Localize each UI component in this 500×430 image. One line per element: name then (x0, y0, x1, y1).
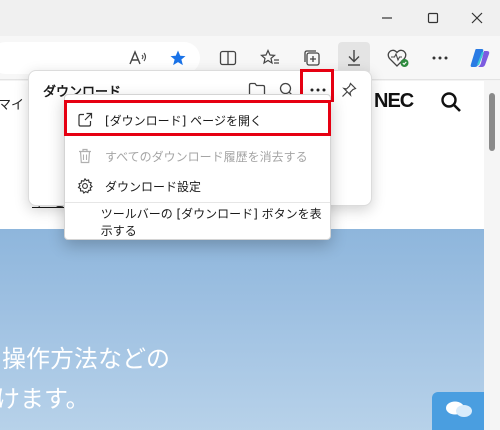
menu-item-label: すべてのダウンロード履歴を消去する (105, 149, 308, 164)
menu-item-label: ダウンロード設定 (105, 179, 202, 194)
menu-item-label: ツールバーの [ダウンロード] ボタンを表示する (100, 207, 322, 238)
hero-text-line-1: 操作方法などの (2, 345, 170, 373)
minimize-icon (382, 17, 392, 19)
maximize-button[interactable] (410, 2, 456, 34)
read-aloud-icon (129, 50, 147, 65)
browser-essentials-button[interactable] (382, 42, 414, 74)
download-arrow-icon (348, 50, 360, 66)
collections-icon (304, 50, 320, 66)
nav-partial-text[interactable]: マイ (0, 94, 24, 113)
trash-icon (79, 148, 91, 164)
close-button[interactable] (454, 2, 500, 34)
menu-item-clear-history[interactable]: すべてのダウンロード履歴を消去する (65, 141, 330, 171)
menu-item-show-toolbar-button[interactable]: ツールバーの [ダウンロード] ボタンを表示する (65, 207, 330, 238)
hero-text-line-2: けます。 (0, 385, 90, 413)
search-icon (441, 92, 461, 112)
gear-icon (77, 178, 93, 194)
copilot-icon (470, 49, 490, 67)
star-filled-icon (170, 50, 186, 66)
chat-widget-button[interactable] (432, 392, 484, 430)
menu-separator (65, 202, 330, 203)
title-bar (0, 0, 500, 36)
scrollbar-thumb[interactable] (489, 93, 495, 151)
split-screen-icon (219, 50, 237, 66)
hero-banner: 操作方法などの けます。 (0, 229, 484, 430)
page-search-button[interactable] (440, 91, 464, 115)
pin-panel-button[interactable] (336, 77, 362, 103)
nec-logo[interactable]: NEC (374, 90, 414, 113)
close-icon (471, 12, 483, 24)
favorites-list-icon (260, 49, 279, 65)
highlight-open-downloads-page (64, 100, 331, 136)
heart-pulse-icon (387, 49, 409, 67)
copilot-button[interactable] (464, 42, 496, 74)
settings-more-button[interactable] (424, 42, 456, 74)
minimize-button[interactable] (364, 2, 410, 34)
menu-item-download-settings[interactable]: ダウンロード設定 (65, 171, 330, 201)
page-scrollbar[interactable] (484, 81, 500, 430)
more-horizontal-icon (432, 56, 448, 60)
maximize-icon (427, 12, 439, 24)
chat-bubble-icon (446, 401, 472, 417)
pin-icon (342, 82, 357, 97)
